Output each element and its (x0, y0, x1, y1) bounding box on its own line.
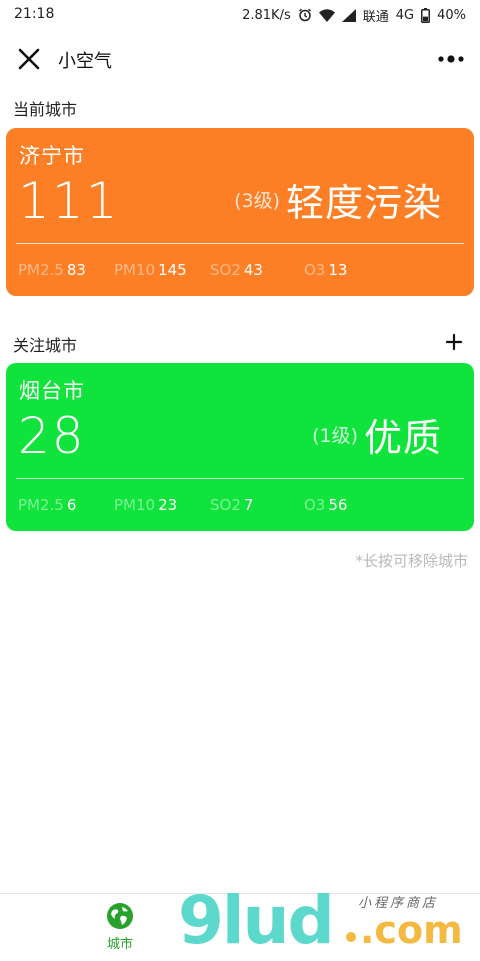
watermark-subtitle: 小程序商店 (358, 896, 439, 911)
pollutant-value: 145 (158, 261, 187, 279)
pollutant-value: 23 (158, 496, 178, 514)
globe-icon (107, 903, 133, 929)
aqi-value: 111 (18, 172, 120, 230)
aqi-grade: (1级) (312, 424, 358, 447)
pollutant-value: 43 (243, 261, 263, 279)
pollutant-name: PM2.5 (18, 496, 64, 514)
pollutant-pm25: PM2.5 83 (18, 261, 86, 279)
plus-icon (445, 333, 463, 351)
tab-label: 城市 (106, 937, 133, 952)
aqi-level-group: (1级) 优质 (312, 399, 442, 469)
aqi-level-group: (3级) 轻度污染 (234, 164, 442, 234)
watermark-domain: .com (360, 908, 463, 952)
card-divider (16, 478, 464, 479)
tab-city[interactable]: 城市 (96, 902, 144, 952)
followed-city-card[interactable]: 烟台市 28 (1级) 优质 PM2.5 6 PM10 23 SO2 7 O3 56 (6, 363, 474, 531)
pollutant-name: SO2 (210, 261, 241, 279)
pollutant-value: 7 (243, 496, 254, 514)
pollutant-name: SO2 (210, 496, 241, 514)
add-city-button[interactable] (444, 332, 464, 352)
pollutant-name: O3 (304, 496, 326, 514)
aqi-value: 28 (18, 407, 86, 465)
battery-percent: 40% (437, 7, 466, 23)
page-title: 小空气 (58, 51, 112, 72)
card-divider (16, 243, 464, 244)
aqi-grade: (3级) (234, 189, 280, 212)
close-icon (18, 48, 40, 70)
pollutant-so2: SO2 43 (210, 261, 263, 279)
current-city-section-title: 当前城市 (13, 100, 78, 119)
pollutant-pm10: PM10 23 (114, 496, 177, 514)
network-speed: 2.81K/s (242, 7, 291, 23)
followed-cities-section-title: 关注城市 (13, 336, 78, 355)
alarm-icon (298, 8, 312, 22)
watermark: 9lud .com 小程序商店 (178, 884, 468, 960)
battery-icon (421, 7, 431, 23)
more-dots-icon (438, 55, 464, 63)
network-type: 4G (395, 7, 415, 23)
pollutant-value: 83 (66, 261, 86, 279)
more-button[interactable] (436, 44, 466, 74)
close-button[interactable] (14, 44, 44, 74)
status-indicators: 2.81K/s 联通 4G 40% (242, 6, 466, 25)
pollutant-so2: SO2 7 (210, 496, 253, 514)
pollutant-pm10: PM10 145 (114, 261, 187, 279)
current-city-card[interactable]: 济宁市 111 (3级) 轻度污染 PM2.5 83 PM10 145 SO2 43 … (6, 128, 474, 296)
carrier-label: 联通 (362, 9, 389, 25)
pollutant-name: PM2.5 (18, 261, 64, 279)
watermark-dot (346, 932, 356, 942)
wifi-icon (318, 8, 335, 22)
aqi-level: 优质 (363, 415, 442, 460)
pollutant-value: 56 (328, 496, 348, 514)
pollutant-o3: O3 13 (304, 261, 347, 279)
watermark-logo: 9lud (178, 882, 335, 959)
pollutant-value: 13 (328, 261, 348, 279)
status-time: 21:18 (14, 6, 55, 22)
pollutant-name: PM10 (114, 261, 156, 279)
pollutant-name: PM10 (114, 496, 156, 514)
pollutant-o3: O3 56 (304, 496, 347, 514)
pollutant-name: O3 (304, 261, 326, 279)
pollutant-value: 6 (66, 496, 77, 514)
status-bar: 21:18 2.81K/s 联通 4G 40% (0, 0, 480, 30)
nav-bar: 小空气 (0, 30, 480, 88)
pollutant-pm25: PM2.5 6 (18, 496, 76, 514)
remove-city-hint: *长按可移除城市 (355, 552, 468, 570)
aqi-level: 轻度污染 (285, 180, 442, 225)
signal-icon (341, 8, 356, 22)
